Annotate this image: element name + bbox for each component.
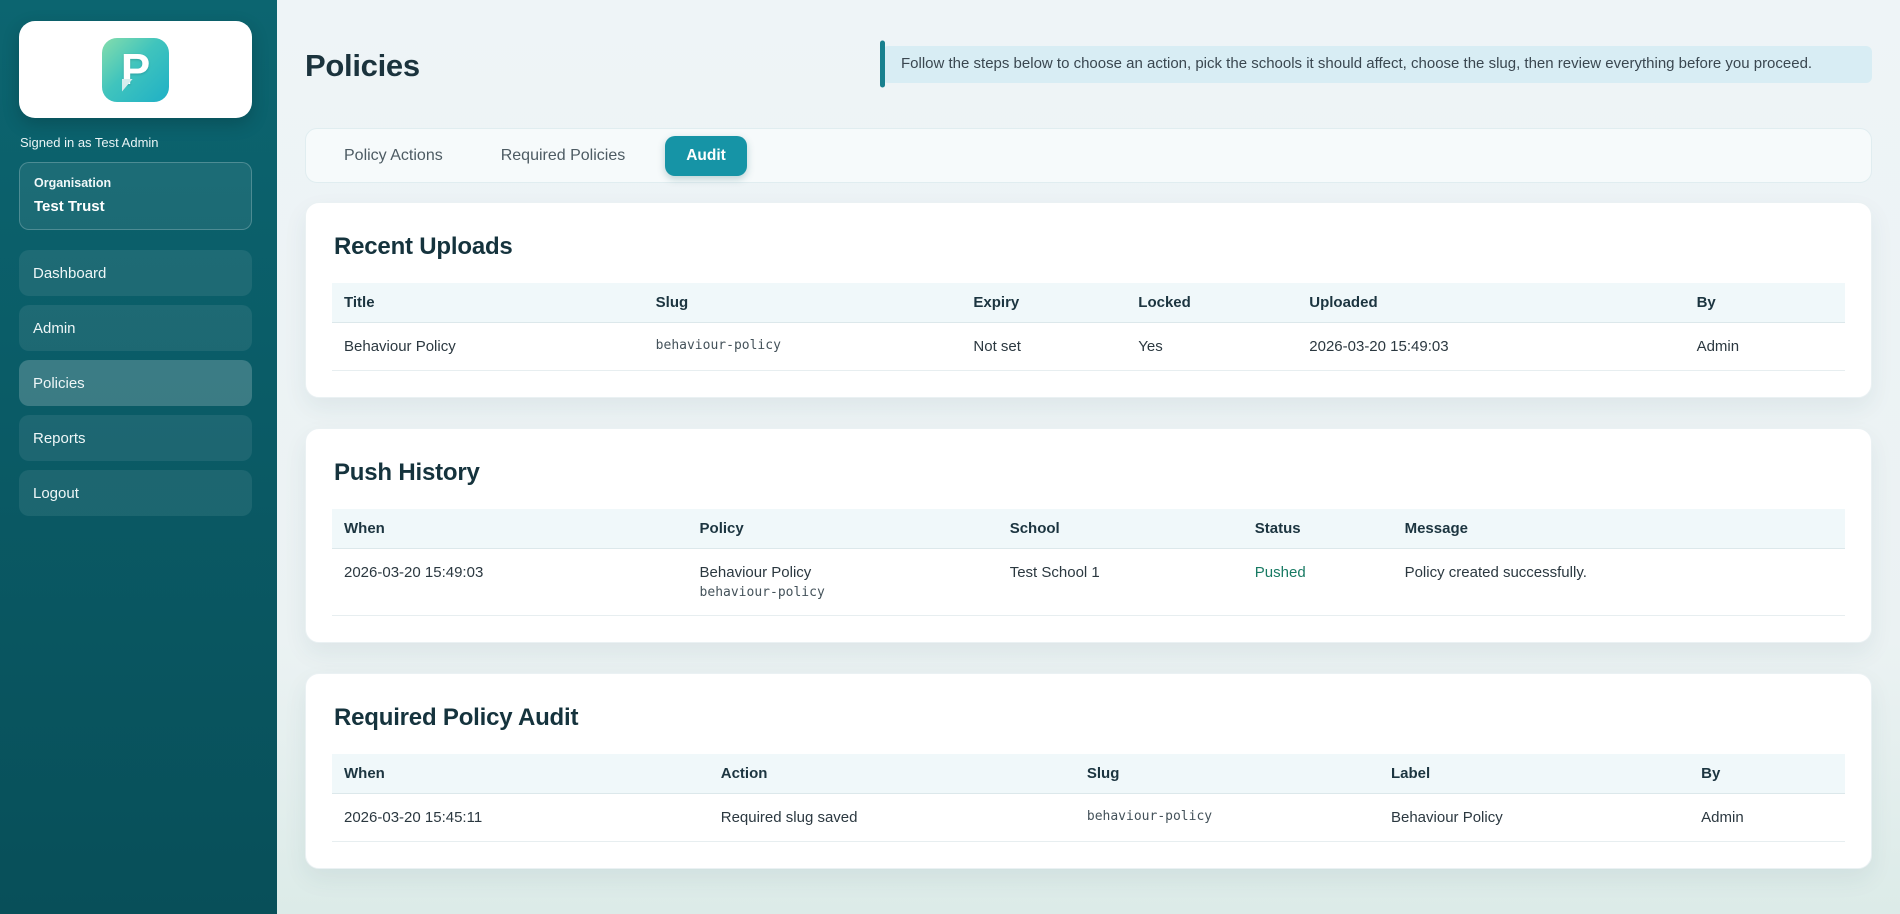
cell-school: Test School 1 bbox=[997, 548, 1243, 616]
tab-bar: Policy Actions Required Policies Audit bbox=[305, 128, 1872, 183]
tab-policy-actions[interactable]: Policy Actions bbox=[326, 137, 461, 175]
sidebar-nav: Dashboard Admin Policies Reports Logout bbox=[19, 250, 252, 516]
cell-when: 2026-03-20 15:45:11 bbox=[332, 793, 709, 842]
cell-by: Admin bbox=[1684, 322, 1845, 371]
signed-in-text: Signed in as Test Admin bbox=[20, 135, 159, 150]
sidebar: P Signed in as Test Admin Organisation T… bbox=[0, 0, 277, 914]
push-history-card: Push History When Policy School Status M… bbox=[305, 428, 1872, 643]
logo-card: P bbox=[19, 21, 252, 118]
col-by: By bbox=[1684, 283, 1845, 323]
info-banner-text: Follow the steps below to choose an acti… bbox=[901, 55, 1813, 72]
tab-audit[interactable]: Audit bbox=[665, 135, 747, 176]
cell-by: Admin bbox=[1689, 793, 1845, 842]
cell-title: Behaviour Policy bbox=[332, 322, 644, 371]
required-policy-audit-table: When Action Slug Label By 2026-03-20 15:… bbox=[332, 754, 1845, 842]
tab-required-policies[interactable]: Required Policies bbox=[483, 137, 644, 175]
col-when: When bbox=[332, 754, 709, 794]
recent-uploads-table: Title Slug Expiry Locked Uploaded By Beh… bbox=[332, 283, 1845, 371]
cell-label: Behaviour Policy bbox=[1378, 793, 1690, 842]
required-policy-audit-card: Required Policy Audit When Action Slug L… bbox=[305, 673, 1872, 869]
cell-locked: Yes bbox=[1126, 322, 1298, 371]
table-header-row: Title Slug Expiry Locked Uploaded By bbox=[332, 283, 1845, 323]
organisation-box: Organisation Test Trust bbox=[19, 162, 252, 230]
cell-policy-name: Behaviour Policy bbox=[699, 564, 812, 581]
cell-policy-slug: behaviour-policy bbox=[699, 585, 825, 600]
col-title: Title bbox=[332, 283, 644, 323]
banner-accent-bar bbox=[880, 40, 885, 88]
recent-uploads-title: Recent Uploads bbox=[334, 233, 513, 260]
organisation-name: Test Trust bbox=[34, 198, 105, 215]
col-by: By bbox=[1689, 754, 1845, 794]
col-status: Status bbox=[1242, 509, 1393, 549]
page-title: Policies bbox=[305, 48, 420, 83]
sidebar-item-admin[interactable]: Admin bbox=[19, 305, 252, 351]
cell-expiry: Not set bbox=[961, 322, 1127, 371]
push-history-table: When Policy School Status Message 2026-0… bbox=[332, 509, 1845, 616]
table-header-row: When Policy School Status Message bbox=[332, 509, 1845, 549]
col-locked: Locked bbox=[1126, 283, 1298, 323]
required-policy-audit-title: Required Policy Audit bbox=[334, 704, 579, 731]
col-school: School bbox=[997, 509, 1243, 549]
table-row: 2026-03-20 15:49:03 Behaviour Policy beh… bbox=[332, 548, 1845, 616]
cell-action: Required slug saved bbox=[708, 793, 1075, 842]
app-logo-icon: P bbox=[102, 37, 169, 102]
sidebar-item-dashboard[interactable]: Dashboard bbox=[19, 250, 252, 296]
table-row: Behaviour Policy behaviour-policy Not se… bbox=[332, 322, 1845, 371]
col-slug: Slug bbox=[1074, 754, 1379, 794]
sidebar-item-policies[interactable]: Policies bbox=[19, 360, 252, 406]
col-uploaded: Uploaded bbox=[1297, 283, 1685, 323]
cell-slug: behaviour-policy bbox=[643, 322, 962, 371]
sidebar-item-logout[interactable]: Logout bbox=[19, 470, 252, 516]
cell-when: 2026-03-20 15:49:03 bbox=[332, 548, 688, 616]
col-policy: Policy bbox=[687, 509, 998, 549]
sidebar-item-reports[interactable]: Reports bbox=[19, 415, 252, 461]
table-row: 2026-03-20 15:45:11 Required slug saved … bbox=[332, 793, 1845, 842]
cell-uploaded: 2026-03-20 15:49:03 bbox=[1297, 322, 1685, 371]
info-banner: Follow the steps below to choose an acti… bbox=[880, 40, 1872, 88]
push-history-title: Push History bbox=[334, 459, 480, 486]
recent-uploads-card: Recent Uploads Title Slug Expiry Locked … bbox=[305, 202, 1872, 398]
col-when: When bbox=[332, 509, 688, 549]
col-expiry: Expiry bbox=[961, 283, 1127, 323]
col-slug: Slug bbox=[643, 283, 962, 323]
table-header-row: When Action Slug Label By bbox=[332, 754, 1845, 794]
status-badge: Pushed bbox=[1242, 548, 1393, 616]
page-header: Policies Follow the steps below to choos… bbox=[305, 40, 1872, 88]
main-content: Policies Follow the steps below to choos… bbox=[277, 0, 1900, 914]
cell-policy: Behaviour Policy behaviour-policy bbox=[687, 548, 998, 616]
col-label: Label bbox=[1378, 754, 1690, 794]
col-message: Message bbox=[1392, 509, 1845, 549]
cell-message: Policy created successfully. bbox=[1392, 548, 1845, 616]
organisation-label: Organisation bbox=[34, 176, 112, 190]
cell-slug: behaviour-policy bbox=[1074, 793, 1379, 842]
col-action: Action bbox=[708, 754, 1075, 794]
